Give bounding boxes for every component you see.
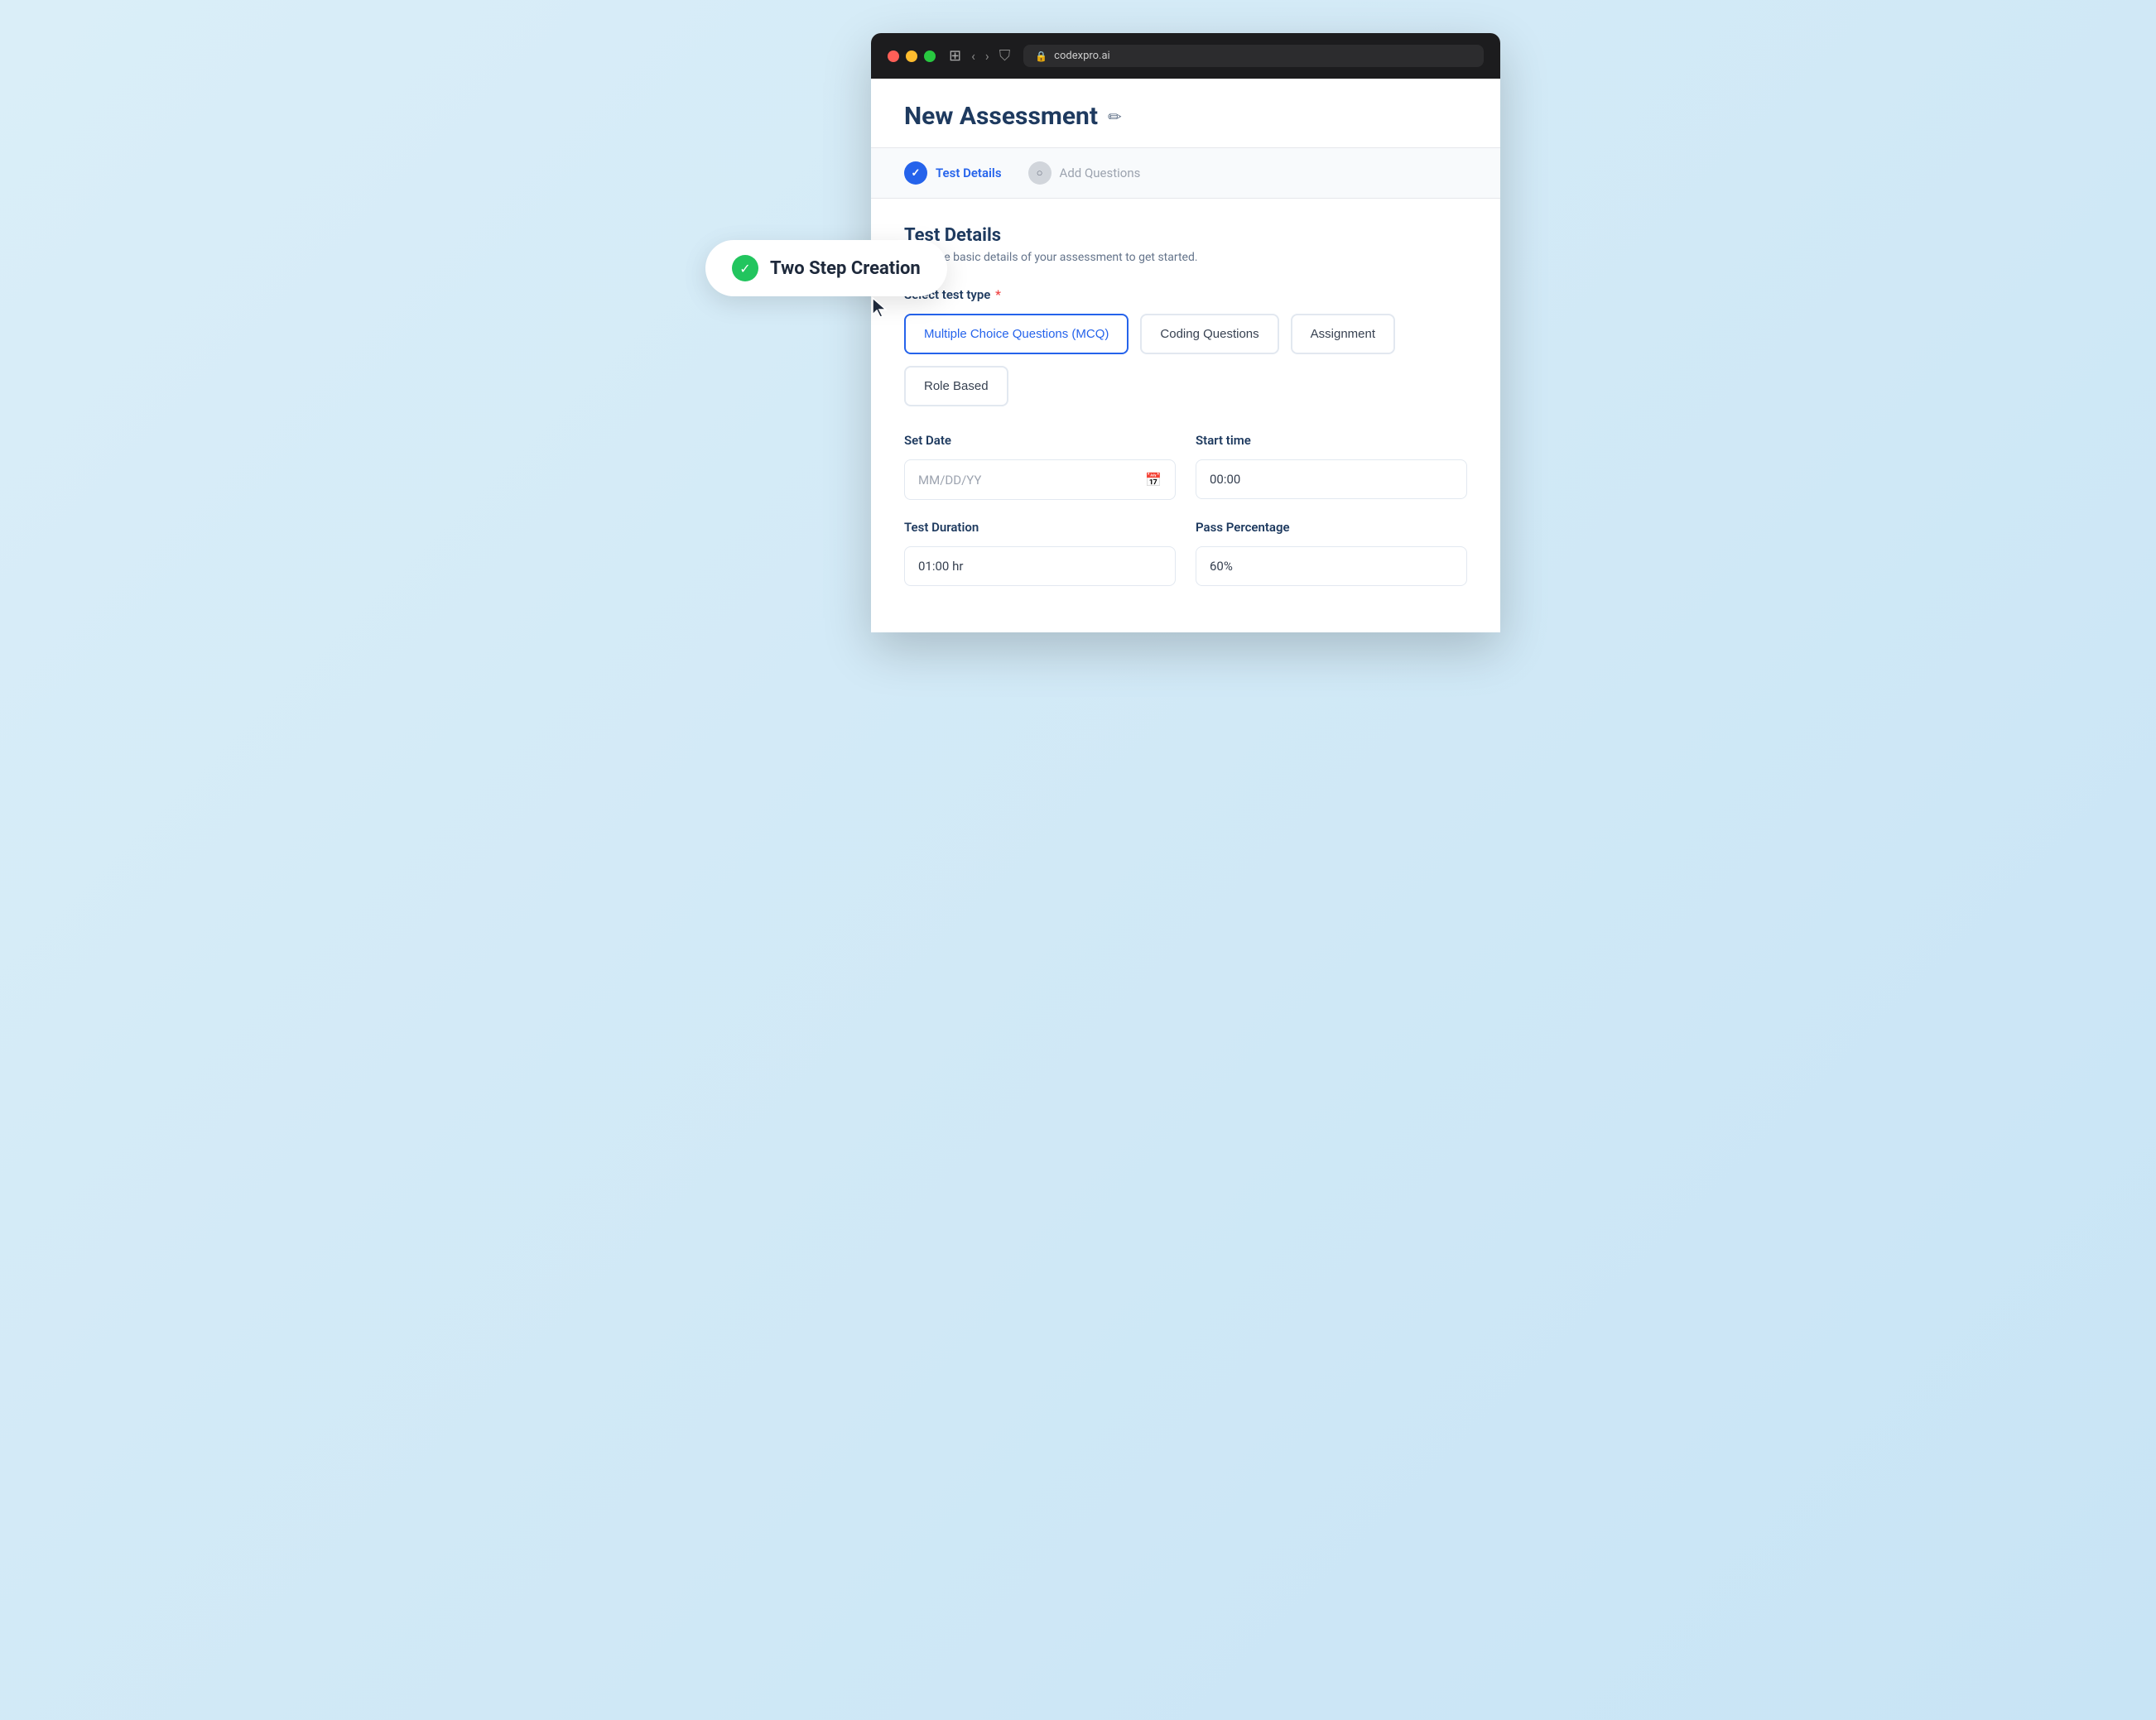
test-duration-input[interactable]: 01:00 hr — [904, 546, 1176, 586]
pass-percentage-label: Pass Percentage — [1196, 520, 1467, 535]
step-2-circle: ○ — [1028, 161, 1052, 185]
step-test-details[interactable]: ✓ Test Details — [904, 161, 1002, 185]
pass-percentage-group: Pass Percentage 60% — [1196, 520, 1467, 586]
test-duration-group: Test Duration 01:00 hr — [904, 520, 1176, 586]
traffic-lights — [888, 50, 936, 62]
privacy-shield-icon[interactable]: ⛉ — [999, 47, 1011, 65]
date-placeholder: MM/DD/YY — [918, 473, 981, 488]
address-bar[interactable]: 🔒 codexpro.ai — [1023, 45, 1484, 67]
page-title: New Assessment — [904, 102, 1098, 131]
section-title: Test Details — [904, 225, 1467, 246]
test-type-assignment[interactable]: Assignment — [1291, 314, 1395, 354]
calendar-icon: 📅 — [1145, 472, 1162, 488]
test-type-options: Multiple Choice Questions (MCQ) Coding Q… — [904, 314, 1467, 406]
duration-pass-row: Test Duration 01:00 hr Pass Percentage 6… — [904, 520, 1467, 586]
test-duration-value: 01:00 hr — [918, 559, 963, 574]
test-type-label: Select test type * — [904, 287, 1467, 302]
step-1-circle: ✓ — [904, 161, 927, 185]
browser-window: ⊞ ‹ › ⛉ 🔒 codexpro.ai New Assessment ✏ ✓ — [871, 33, 1500, 632]
step-1-label: Test Details — [936, 166, 1002, 180]
test-duration-label: Test Duration — [904, 520, 1176, 535]
close-button[interactable] — [888, 50, 899, 62]
url-text: codexpro.ai — [1054, 50, 1110, 62]
shield-icon: ✓ — [732, 255, 758, 281]
page-header: New Assessment ✏ — [871, 79, 1500, 148]
steps-bar: ✓ Test Details ○ Add Questions — [871, 148, 1500, 199]
test-type-section: Select test type * Multiple Choice Quest… — [904, 287, 1467, 406]
date-time-row: Set Date MM/DD/YY 📅 Start time 00:00 — [904, 433, 1467, 500]
required-indicator: * — [995, 287, 1001, 302]
forward-icon[interactable]: › — [985, 48, 989, 64]
pass-percentage-value: 60% — [1210, 559, 1233, 574]
edit-title-icon[interactable]: ✏ — [1108, 107, 1122, 127]
test-type-coding[interactable]: Coding Questions — [1140, 314, 1278, 354]
step-2-label: Add Questions — [1060, 166, 1141, 180]
section-description: Enter the basic details of your assessme… — [904, 251, 1467, 264]
browser-chrome: ⊞ ‹ › ⛉ 🔒 codexpro.ai — [871, 33, 1500, 79]
set-date-input[interactable]: MM/DD/YY 📅 — [904, 459, 1176, 500]
start-time-group: Start time 00:00 — [1196, 433, 1467, 500]
set-date-label: Set Date — [904, 433, 1176, 448]
pass-percentage-input[interactable]: 60% — [1196, 546, 1467, 586]
two-step-creation-badge: ✓ Two Step Creation — [705, 240, 947, 296]
set-date-group: Set Date MM/DD/YY 📅 — [904, 433, 1176, 500]
minimize-button[interactable] — [906, 50, 917, 62]
start-time-input[interactable]: 00:00 — [1196, 459, 1467, 499]
step-add-questions[interactable]: ○ Add Questions — [1028, 161, 1141, 185]
test-type-role-based[interactable]: Role Based — [904, 366, 1008, 406]
maximize-button[interactable] — [924, 50, 936, 62]
browser-controls: ⊞ ‹ › ⛉ — [949, 47, 1010, 65]
start-time-value: 00:00 — [1210, 472, 1240, 487]
sidebar-toggle-icon[interactable]: ⊞ — [949, 47, 961, 65]
tooltip-label: Two Step Creation — [770, 258, 921, 279]
start-time-label: Start time — [1196, 433, 1467, 448]
test-type-mcq[interactable]: Multiple Choice Questions (MCQ) — [904, 314, 1129, 354]
form-area: Test Details Enter the basic details of … — [871, 199, 1500, 632]
back-icon[interactable]: ‹ — [971, 48, 975, 64]
page-content: New Assessment ✏ ✓ Test Details ○ Add Qu… — [871, 79, 1500, 632]
lock-icon: 🔒 — [1035, 50, 1047, 62]
